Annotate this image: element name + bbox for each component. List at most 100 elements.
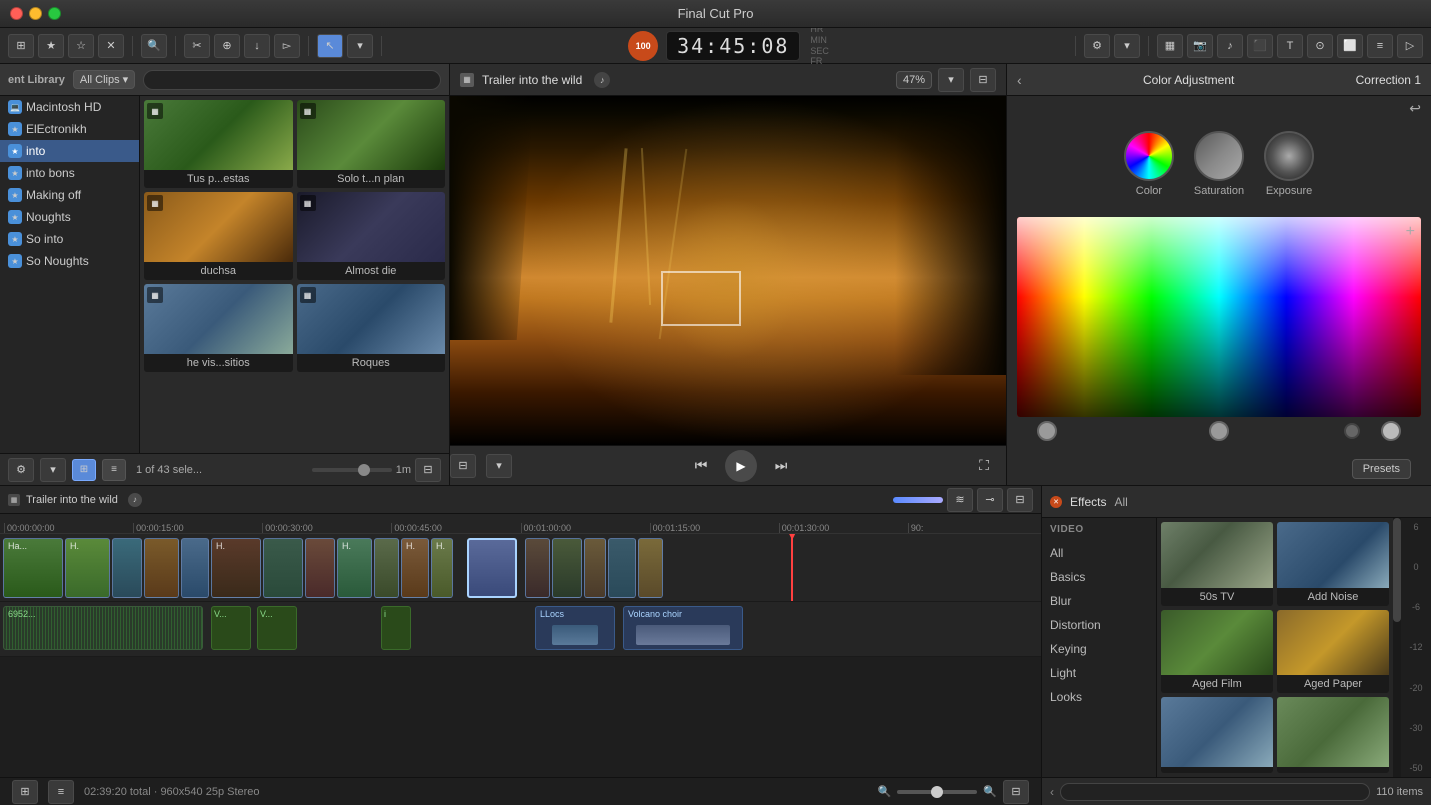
nav-back-btn[interactable]: ‹	[1017, 72, 1022, 88]
effects-scrollbar[interactable]	[1393, 518, 1401, 777]
append-btn[interactable]: ▻	[274, 34, 300, 58]
table-row[interactable]: H.	[65, 538, 110, 598]
table-row[interactable]: H.	[431, 538, 453, 598]
table-row[interactable]: i	[381, 606, 411, 650]
sidebar-item-making-off[interactable]: ★ Making off	[0, 184, 139, 206]
add-color-btn[interactable]: +	[1406, 223, 1415, 241]
table-row[interactable]	[144, 538, 179, 598]
list-item[interactable]: ▦ he vis...sitios	[144, 284, 293, 372]
preview-area[interactable]	[450, 96, 1006, 445]
list-item[interactable]: ▦ Roques	[297, 284, 446, 372]
sidebar-item-into-bons[interactable]: ★ into bons	[0, 162, 139, 184]
sidebar-item-macintosh[interactable]: 💻 Macintosh HD	[0, 96, 139, 118]
preview-settings-btn[interactable]: ⊟	[970, 68, 996, 92]
table-row[interactable]	[112, 538, 142, 598]
sidebar-item-electronikh[interactable]: ★ ElEctronikh	[0, 118, 139, 140]
effects-toggle-btn[interactable]: ▾	[1114, 34, 1140, 58]
color-board-btn[interactable]: ≡	[1367, 34, 1393, 58]
zoom-fit-btn[interactable]: ⊟	[1003, 780, 1029, 804]
clip-appearance-btn[interactable]: ⊟	[415, 458, 441, 482]
effects-all-btn[interactable]: All	[1114, 495, 1127, 509]
transform-btn[interactable]: ⚙	[1084, 34, 1110, 58]
table-row[interactable]: V...	[211, 606, 251, 650]
effects-close-icon[interactable]: ✕	[1050, 496, 1062, 508]
fullscreen-btn[interactable]: ⛶	[970, 452, 998, 480]
list-item[interactable]: ▦ duchsa	[144, 192, 293, 280]
insert-btn[interactable]: ↓	[244, 34, 270, 58]
effects-item-distortion[interactable]: Distortion	[1042, 613, 1156, 637]
table-row[interactable]: Volcano choir	[623, 606, 743, 650]
effects-item-looks[interactable]: Looks	[1042, 685, 1156, 709]
zoom-slider[interactable]	[897, 790, 977, 794]
undo-btn[interactable]: ↩	[1409, 100, 1421, 117]
import-btn[interactable]: ⊞	[8, 34, 34, 58]
list-item[interactable]: Aged Film	[1161, 610, 1273, 694]
timeline-options-btn[interactable]: ⊟	[1007, 488, 1033, 512]
effects-back-btn[interactable]: ‹	[1050, 785, 1054, 799]
list-item[interactable]	[1277, 697, 1389, 773]
effects-search-input[interactable]	[1060, 783, 1370, 801]
effects-item-keying[interactable]: Keying	[1042, 637, 1156, 661]
list-item[interactable]: Add Noise	[1277, 522, 1389, 606]
exposure-wheel[interactable]: Exposure	[1264, 131, 1314, 197]
clips-button[interactable]: All Clips ▾	[73, 70, 135, 89]
effects-item-light[interactable]: Light	[1042, 661, 1156, 685]
table-row[interactable]	[305, 538, 335, 598]
star-btn[interactable]: ★	[38, 34, 64, 58]
camera-btn[interactable]: 📷	[1187, 34, 1213, 58]
zoom-percent-btn[interactable]: 47%	[896, 71, 932, 89]
magnify-btn[interactable]: 🔍	[141, 34, 167, 58]
more-btn[interactable]: ▷	[1397, 34, 1423, 58]
highlight-handle[interactable]	[1381, 421, 1401, 441]
extra-handle[interactable]	[1344, 423, 1360, 439]
table-row[interactable]	[374, 538, 399, 598]
timeline-tracks[interactable]: Ha... H.	[0, 534, 1041, 777]
maximize-button[interactable]	[48, 7, 61, 20]
table-row[interactable]	[263, 538, 303, 598]
view-mode-btn[interactable]: ▾	[486, 454, 512, 478]
select-btn[interactable]: ↖	[317, 34, 343, 58]
list-item[interactable]	[1161, 697, 1273, 773]
color-wheel[interactable]: Color	[1124, 131, 1174, 197]
table-row[interactable]	[552, 538, 582, 598]
timeline-view-btn[interactable]: ▦	[1157, 34, 1183, 58]
shadow-handle[interactable]	[1037, 421, 1057, 441]
table-row[interactable]: H.	[401, 538, 429, 598]
sidebar-item-into[interactable]: ★ into	[0, 140, 139, 162]
library-search[interactable]	[143, 70, 441, 90]
settings-btn2[interactable]: ▾	[40, 458, 66, 482]
view-options-btn[interactable]: ▾	[938, 68, 964, 92]
effects-item-all[interactable]: All	[1042, 541, 1156, 565]
trim-btn[interactable]: ▾	[347, 34, 373, 58]
play-pause-btn[interactable]: ▶	[725, 450, 757, 482]
table-row[interactable]: LLocs	[535, 606, 615, 650]
list-item[interactable]: ▦ Solo t...n plan	[297, 100, 446, 188]
zoom-out-preview-btn[interactable]: ⊟	[450, 454, 476, 478]
table-row[interactable]: 6952...	[3, 606, 203, 650]
table-row[interactable]	[638, 538, 663, 598]
generator-btn[interactable]: ⬛	[1247, 34, 1273, 58]
share-btn[interactable]: ⊙	[1307, 34, 1333, 58]
table-row[interactable]	[181, 538, 209, 598]
sidebar-item-noughts[interactable]: ★ Noughts	[0, 206, 139, 228]
list-item[interactable]: 50s TV	[1161, 522, 1273, 606]
midtone-handle[interactable]	[1209, 421, 1229, 441]
table-row[interactable]	[525, 538, 550, 598]
list-view-btn[interactable]: ≡	[102, 459, 126, 481]
table-row[interactable]	[608, 538, 636, 598]
minimize-button[interactable]	[29, 7, 42, 20]
blade-btn[interactable]: ✂	[184, 34, 210, 58]
star-outline-btn[interactable]: ☆	[68, 34, 94, 58]
go-start-btn[interactable]: ⏮	[687, 452, 715, 480]
connect-btn[interactable]: ⊕	[214, 34, 240, 58]
table-row[interactable]: H.	[337, 538, 372, 598]
status-btn1[interactable]: ⊞	[12, 780, 38, 804]
list-item[interactable]: ▦ Tus p...estas	[144, 100, 293, 188]
grid-settings-btn[interactable]: ⚙	[8, 458, 34, 482]
table-row[interactable]: Ha...	[3, 538, 63, 598]
close-button[interactable]	[10, 7, 23, 20]
status-btn2[interactable]: ≡	[48, 780, 74, 804]
reject-btn[interactable]: ✕	[98, 34, 124, 58]
presets-btn[interactable]: Presets	[1352, 459, 1411, 479]
text-btn[interactable]: T	[1277, 34, 1303, 58]
